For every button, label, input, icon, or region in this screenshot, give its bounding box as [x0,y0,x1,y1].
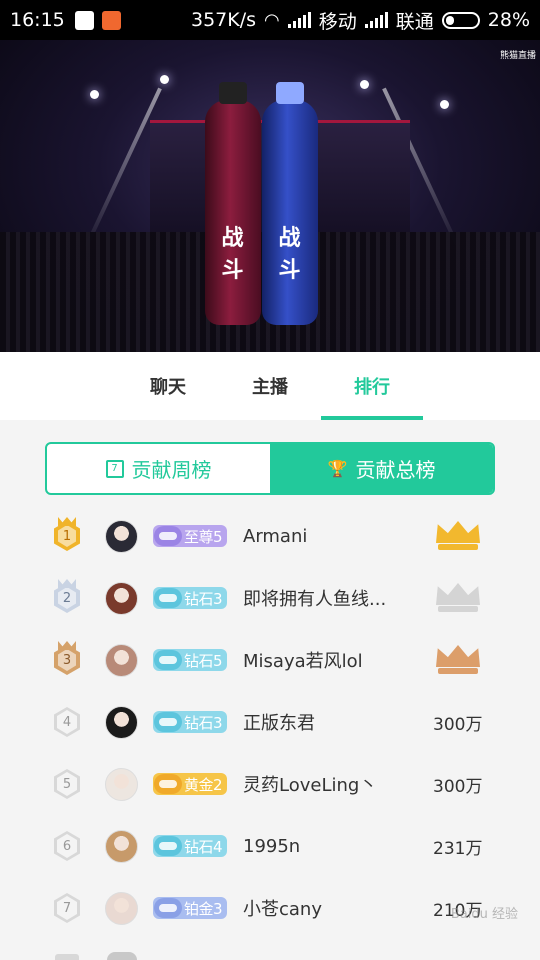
weekly-ranking-label: 贡献周榜 [131,458,212,482]
ranking-row[interactable]: 2 钻石3 即将拥有人鱼线... [0,567,540,629]
user-name: 正版东君 [243,713,315,734]
contribution-value: 231万 [433,838,483,859]
user-name: 1995n [243,835,301,857]
user-level-badge: 钻石5 [153,649,227,671]
level-label: 钻石3 [184,589,223,608]
stage-light [360,80,369,89]
stage-light [90,90,99,99]
total-ranking-button[interactable]: 🏆 贡献总榜 [270,444,493,493]
tab-chat[interactable]: 聊天 [117,352,219,420]
rank-number: 5 [57,772,77,796]
user-avatar[interactable] [105,767,138,801]
panda-level-icon [154,588,182,608]
drink-bottle-blue: 战斗 [262,82,318,325]
level-label: 钻石5 [184,651,223,670]
user-avatar[interactable] [105,705,138,739]
contribution-value: 300万 [433,776,483,797]
stage-light [160,75,169,84]
rank-number: 6 [57,834,77,858]
carrier-1: 移动 [318,10,357,33]
calendar-icon: 7 [105,459,124,478]
panda-level-icon [154,898,182,918]
signal-icon-2 [364,12,388,28]
panda-level-icon [154,836,182,856]
partial-next-row [0,950,540,960]
wifi-icon: ◠ [264,9,280,31]
ranking-row[interactable]: 6 钻石4 1995n 231万 [0,815,540,877]
user-avatar[interactable] [105,519,138,553]
tab-streamer[interactable]: 主播 [219,352,321,420]
contribution-value: 300万 [433,714,483,735]
user-name: 灵药LoveLing丶 [243,775,378,796]
user-level-badge: 铂金3 [153,897,227,919]
user-avatar[interactable] [105,581,138,615]
panda-level-icon [154,650,182,670]
gold-crown-icon [436,521,480,551]
battery-icon [441,11,480,29]
play-store-icon [74,10,94,30]
video-player[interactable]: 战斗 战斗 熊猫直播 [0,40,540,352]
tab-ranking[interactable]: 排行 [321,352,423,420]
user-name: 即将拥有人鱼线... [243,589,387,610]
rank-medal-icon: 5 [52,767,82,801]
ranking-row[interactable]: 4 钻石3 正版东君 300万 [0,691,540,753]
rank-medal-icon: 3 [52,641,82,677]
user-name: Armani [243,525,308,547]
drink-bottle-red: 战斗 [205,82,261,325]
rank-medal-icon: 6 [52,829,82,863]
user-avatar[interactable] [105,829,138,863]
user-level-badge: 钻石4 [153,835,227,857]
rank-medal-icon: 1 [52,517,82,553]
user-level-badge: 钻石3 [153,711,227,733]
user-level-badge: 黄金2 [153,773,227,795]
level-label: 钻石3 [184,713,223,732]
ranking-row[interactable]: 1 至尊5 Armani [0,505,540,567]
carrier-2: 联通 [395,10,434,33]
rank-number: 2 [58,587,76,609]
rank-medal-icon: 4 [52,705,82,739]
panda-level-icon [154,712,182,732]
user-avatar[interactable] [105,643,138,677]
level-label: 至尊5 [184,527,223,546]
signal-icon-1 [287,12,311,28]
battery-percent: 28% [487,9,530,31]
video-watermark: 熊猫直播 [499,51,536,61]
level-label: 钻石4 [184,837,223,856]
ranking-row[interactable]: 3 钻石5 Misaya若风lol [0,629,540,691]
trophy-icon: 🏆 [327,459,348,478]
rank-number: 7 [57,896,77,920]
watermark: Baidu 经验 [450,907,518,922]
bronze-crown-icon [436,645,480,675]
user-level-badge: 钻石3 [153,587,227,609]
network-speed: 357K/s [190,9,257,31]
user-avatar[interactable] [105,891,138,925]
rank-number: 1 [58,525,76,547]
status-time: 16:15 [10,9,65,31]
total-ranking-label: 贡献总榜 [355,458,436,482]
rank-medal-icon: 2 [52,579,82,615]
stage-light [440,100,449,109]
rank-number: 3 [58,649,76,671]
rank-medal-icon: 7 [52,891,82,925]
ranking-row[interactable]: 5 黄金2 灵药LoveLing丶 300万 [0,753,540,815]
level-label: 铂金3 [184,899,223,918]
silver-crown-icon [436,583,480,613]
panda-level-icon [154,774,182,794]
ranking-segment-control: 7 贡献周榜 🏆 贡献总榜 [45,442,495,495]
panda-level-icon [154,526,182,546]
user-level-badge: 至尊5 [153,525,227,547]
rank-number: 4 [57,710,77,734]
ranking-list: 1 至尊5 Armani 2 钻石3 即将拥有人鱼线... 3 钻石5 Misaya若风lol 4… [0,505,540,939]
tab-bar: 聊天 主播 排行 [0,352,540,420]
user-name: 小苍cany [243,899,322,920]
weekly-ranking-button[interactable]: 7 贡献周榜 [47,444,270,493]
status-bar: 16:15 357K/s ◠ 移动 联通 28% [0,0,540,40]
app-notification-icon [101,10,121,30]
user-name: Misaya若风lol [243,651,363,672]
level-label: 黄金2 [184,775,223,794]
